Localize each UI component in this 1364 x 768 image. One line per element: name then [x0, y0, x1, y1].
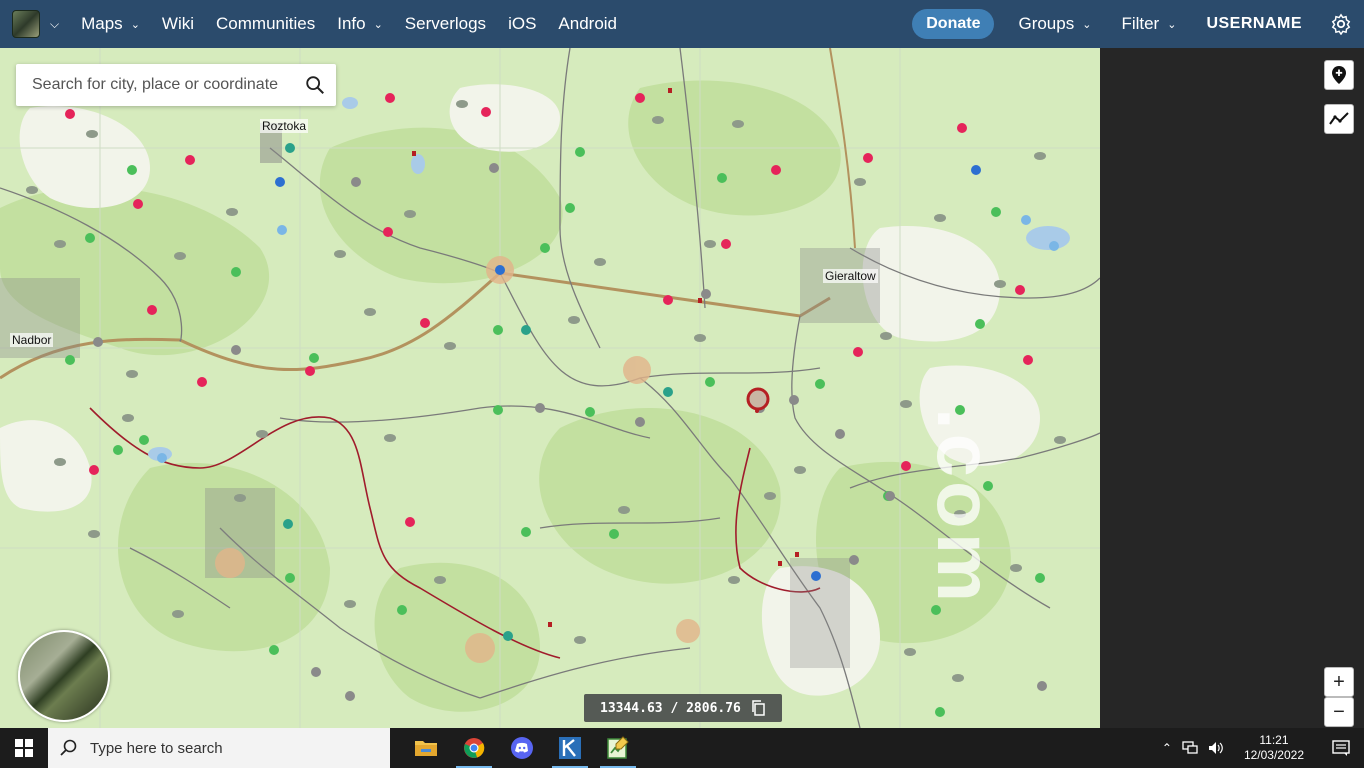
username-link[interactable]: USERNAME [1206, 15, 1302, 33]
taskbar-app-notes[interactable] [594, 728, 642, 768]
coordinate-value: 13344.63 / 2806.76 [600, 700, 741, 716]
system-tray: ⌃ 11:21 12/03/2022 [1162, 728, 1364, 768]
network-icon[interactable] [1182, 741, 1198, 755]
zoom-out-button[interactable]: − [1324, 697, 1354, 727]
app-logo[interactable] [12, 10, 40, 38]
coordinate-readout: 13344.63 / 2806.76 [584, 694, 782, 722]
notes-icon [607, 736, 629, 759]
chevron-up-icon[interactable]: ⌃ [1162, 741, 1172, 755]
copy-icon[interactable] [751, 700, 765, 716]
app-k-icon [559, 737, 581, 759]
taskbar-search-placeholder: Type here to search [90, 739, 223, 757]
nav-serverlogs[interactable]: Serverlogs [405, 14, 486, 34]
minimap-satellite-toggle[interactable] [18, 630, 110, 722]
map-search-box [16, 64, 336, 106]
measure-distance-button[interactable] [1324, 104, 1354, 134]
chevron-down-icon[interactable]: ⌵ [50, 17, 59, 32]
notifications-icon[interactable] [1332, 740, 1350, 756]
start-button[interactable] [0, 728, 48, 768]
taskbar-search-box[interactable]: Type here to search [48, 728, 390, 768]
map-pin-plus-icon [1332, 66, 1346, 84]
polyline-icon [1329, 112, 1349, 125]
top-navbar: ⌵ Maps ⌄ Wiki Communities Info ⌄ Serverlog… [0, 0, 1364, 48]
system-clock[interactable]: 11:21 12/03/2022 [1244, 733, 1304, 763]
add-marker-button[interactable] [1324, 60, 1354, 90]
zoom-in-button[interactable]: + [1324, 667, 1354, 697]
chevron-down-icon: ⌄ [130, 18, 140, 31]
chevron-down-icon: ⌄ [373, 18, 383, 31]
nav-groups[interactable]: Groups ⌄ [1018, 14, 1091, 34]
chevron-down-icon: ⌄ [1167, 18, 1177, 31]
clock-time: 11:21 [1259, 733, 1289, 747]
chevron-down-icon: ⌄ [1082, 18, 1092, 31]
taskbar-chrome[interactable] [450, 728, 498, 768]
windows-taskbar: Type here to search ⌃ 11:21 12/03/2022 [0, 728, 1364, 768]
nav-ios[interactable]: iOS [508, 14, 536, 34]
taskbar-file-explorer[interactable] [402, 728, 450, 768]
town-label-gieraltow: Gieraltow [823, 269, 878, 283]
map-terrain [0, 48, 1100, 728]
nav-android[interactable]: Android [558, 14, 617, 34]
chrome-icon [464, 738, 485, 758]
right-panel [1100, 48, 1364, 728]
taskbar-discord[interactable] [498, 728, 546, 768]
nav-communities[interactable]: Communities [216, 14, 315, 34]
folder-icon [415, 741, 437, 756]
gear-icon[interactable] [1330, 13, 1352, 35]
map-canvas[interactable]: Roztoka Gieraltow Nadbor .com 13344.63 /… [0, 48, 1100, 728]
location-marker[interactable] [746, 387, 770, 411]
nav-info[interactable]: Info ⌄ [337, 14, 383, 34]
nav-filter[interactable]: Filter ⌄ [1121, 14, 1176, 34]
nav-wiki[interactable]: Wiki [162, 14, 194, 34]
clock-date: 12/03/2022 [1243, 748, 1304, 762]
discord-icon [511, 737, 533, 759]
map-watermark: .com [921, 408, 1009, 607]
windows-logo-icon [15, 739, 33, 757]
nav-maps[interactable]: Maps ⌄ [81, 14, 140, 34]
search-input[interactable] [32, 76, 292, 94]
town-label-nadbor: Nadbor [10, 333, 54, 347]
taskbar-app-k[interactable] [546, 728, 594, 768]
town-label-roztoka: Roztoka [260, 119, 309, 133]
search-icon [60, 739, 77, 756]
search-icon[interactable] [304, 74, 326, 96]
nav-right-group: Donate Groups ⌄ Filter ⌄ USERNAME [912, 0, 1364, 48]
volume-icon[interactable] [1208, 741, 1224, 755]
donate-button[interactable]: Donate [912, 9, 995, 39]
